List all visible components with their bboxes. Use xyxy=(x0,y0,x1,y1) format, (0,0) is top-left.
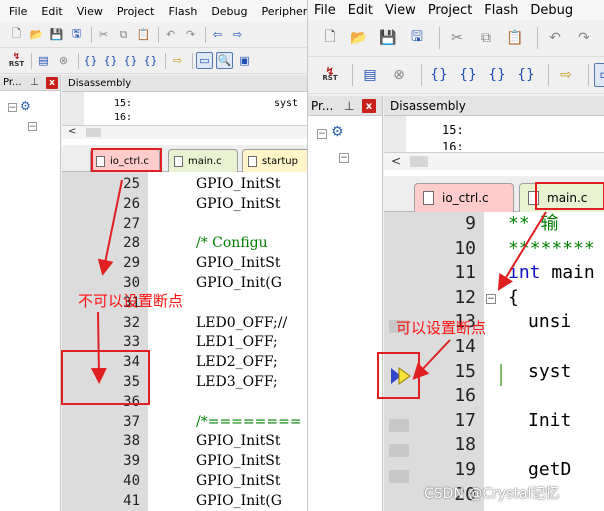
left-ide-window: File Edit View Project Flash Debug Perip… xyxy=(0,0,307,511)
annotation-arrow-upper xyxy=(497,211,547,291)
annotation-arrow-lower xyxy=(90,311,107,384)
annotation-arrow-upper xyxy=(97,179,123,276)
watermark: CSDN @Crystal记忆 xyxy=(424,486,560,502)
annotation-arrows xyxy=(412,211,547,380)
right-ide-window: File Edit View Project Flash Debug 🗋 📂 💾… xyxy=(307,0,604,511)
annotation-arrows xyxy=(90,179,123,384)
annotation-arrow-lower xyxy=(412,339,451,380)
